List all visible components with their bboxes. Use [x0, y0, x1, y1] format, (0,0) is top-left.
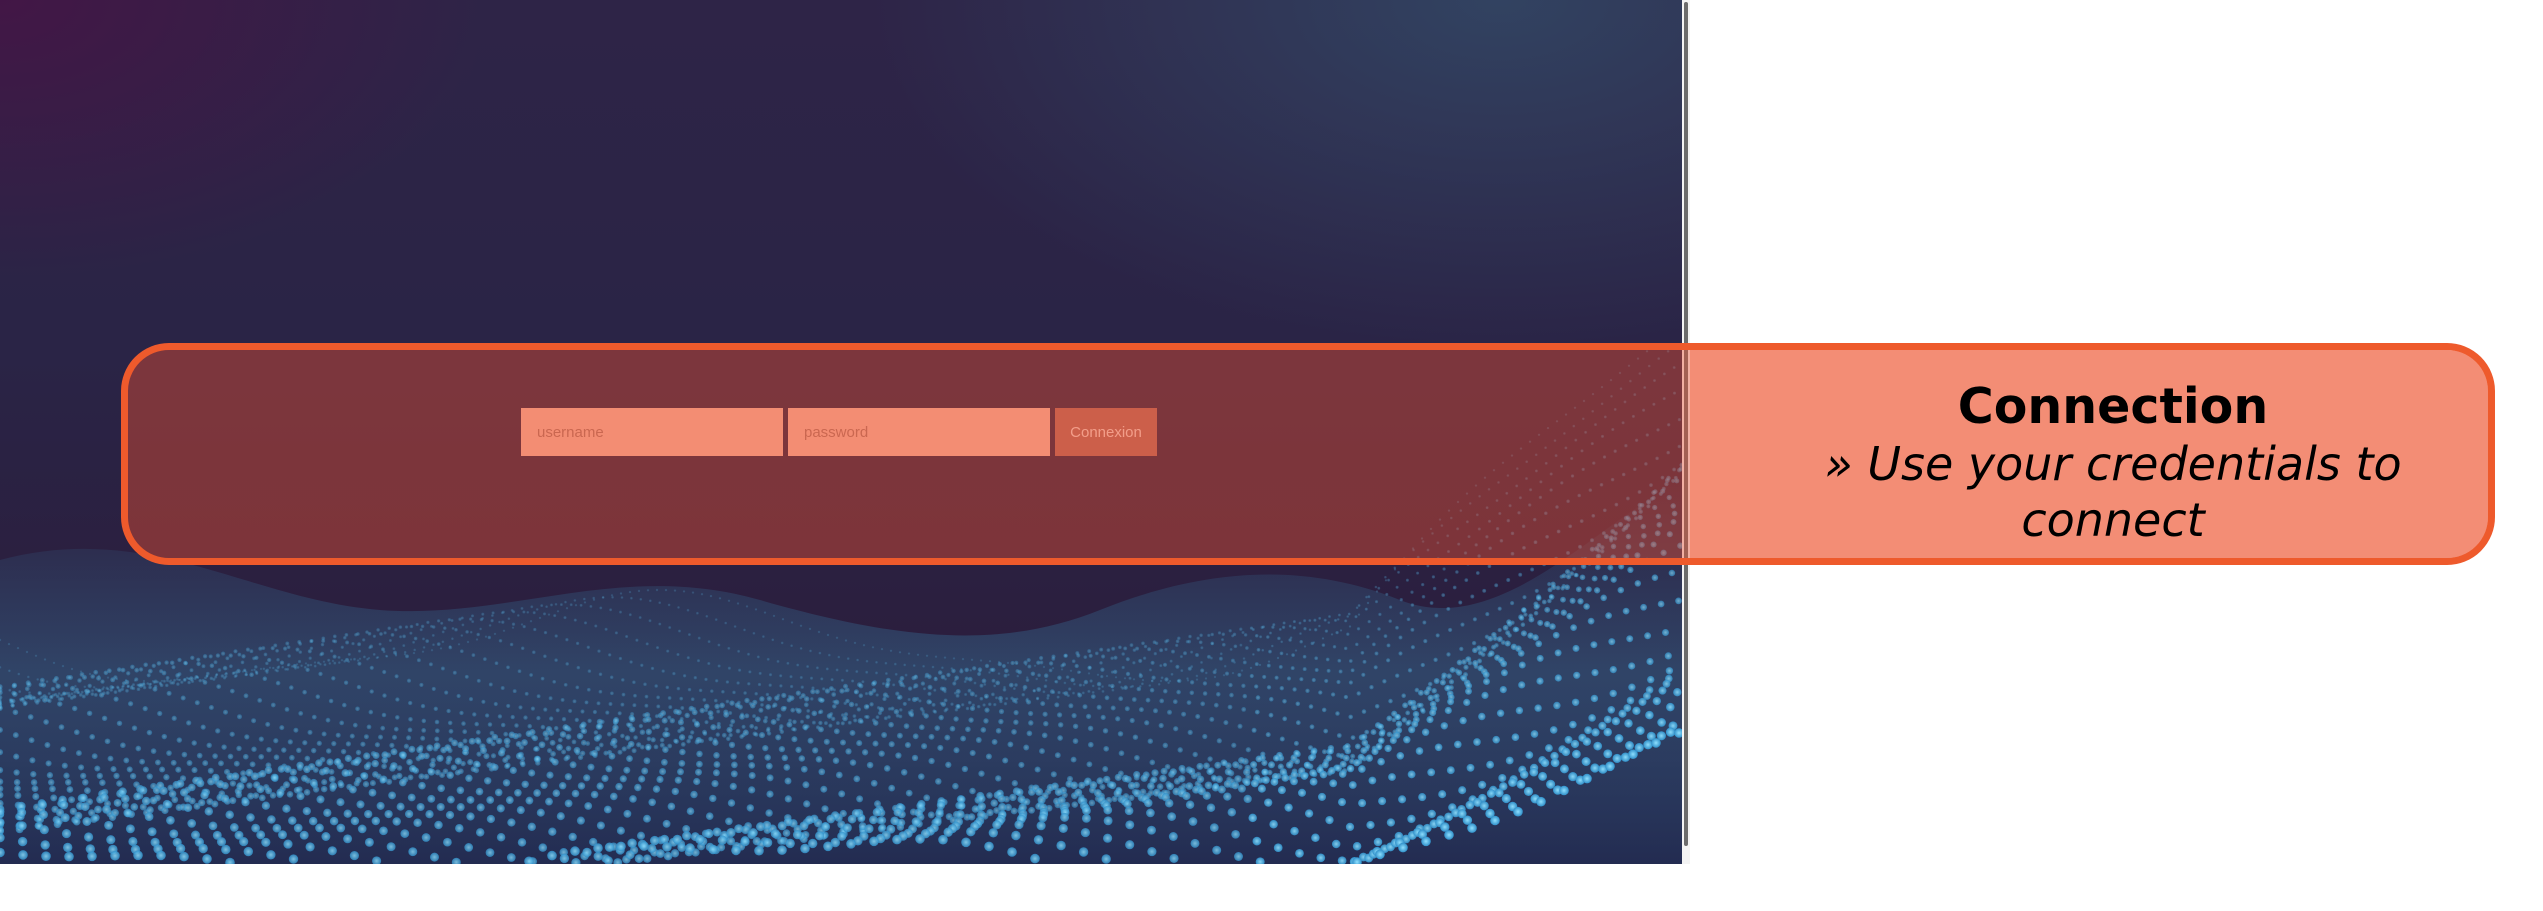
scrollbar-thumb[interactable]: [1684, 2, 1688, 846]
annotation-callout: Connection » Use your credentials to con…: [1770, 378, 2456, 548]
login-form: Connexion: [521, 408, 1157, 456]
login-background: Connexion: [0, 0, 1682, 864]
connexion-button[interactable]: Connexion: [1055, 408, 1157, 456]
annotation-description: » Use your credentials to connect: [1824, 437, 2402, 547]
username-input[interactable]: [521, 408, 783, 456]
annotation-title: Connection: [1957, 378, 2269, 435]
vertical-scrollbar[interactable]: [1682, 0, 1690, 864]
screen: Connexion Connection » Use your credenti…: [0, 0, 2543, 911]
password-input[interactable]: [788, 408, 1050, 456]
